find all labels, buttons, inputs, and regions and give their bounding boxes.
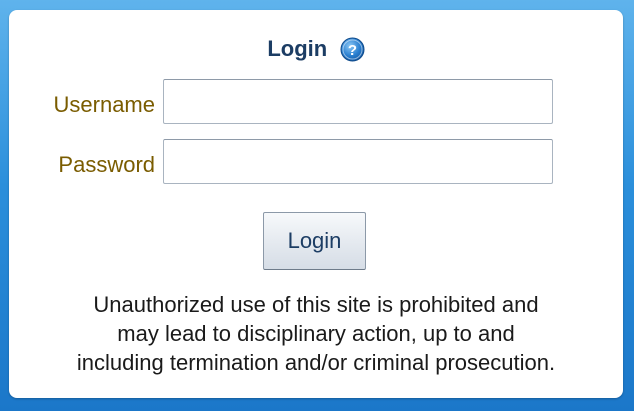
notice-line: including termination and/or criminal pr…	[76, 350, 556, 375]
username-label: Username	[53, 92, 155, 117]
notice-line: Unauthorized use of this site is prohibi…	[93, 292, 539, 317]
username-input[interactable]	[163, 79, 553, 124]
svg-text:?: ?	[348, 42, 357, 59]
login-title: Login	[267, 36, 328, 61]
login-button[interactable]: Login	[263, 212, 366, 270]
title-row: Login ?	[9, 34, 623, 64]
password-label: Password	[58, 152, 155, 177]
login-panel: Login ? Username Password Login Unauthor…	[9, 10, 623, 398]
password-input[interactable]	[163, 139, 553, 184]
legal-notice: Unauthorized use of this site is prohibi…	[9, 290, 623, 377]
help-question-icon[interactable]: ?	[340, 37, 365, 62]
notice-line: may lead to disciplinary action, up to a…	[117, 321, 515, 346]
